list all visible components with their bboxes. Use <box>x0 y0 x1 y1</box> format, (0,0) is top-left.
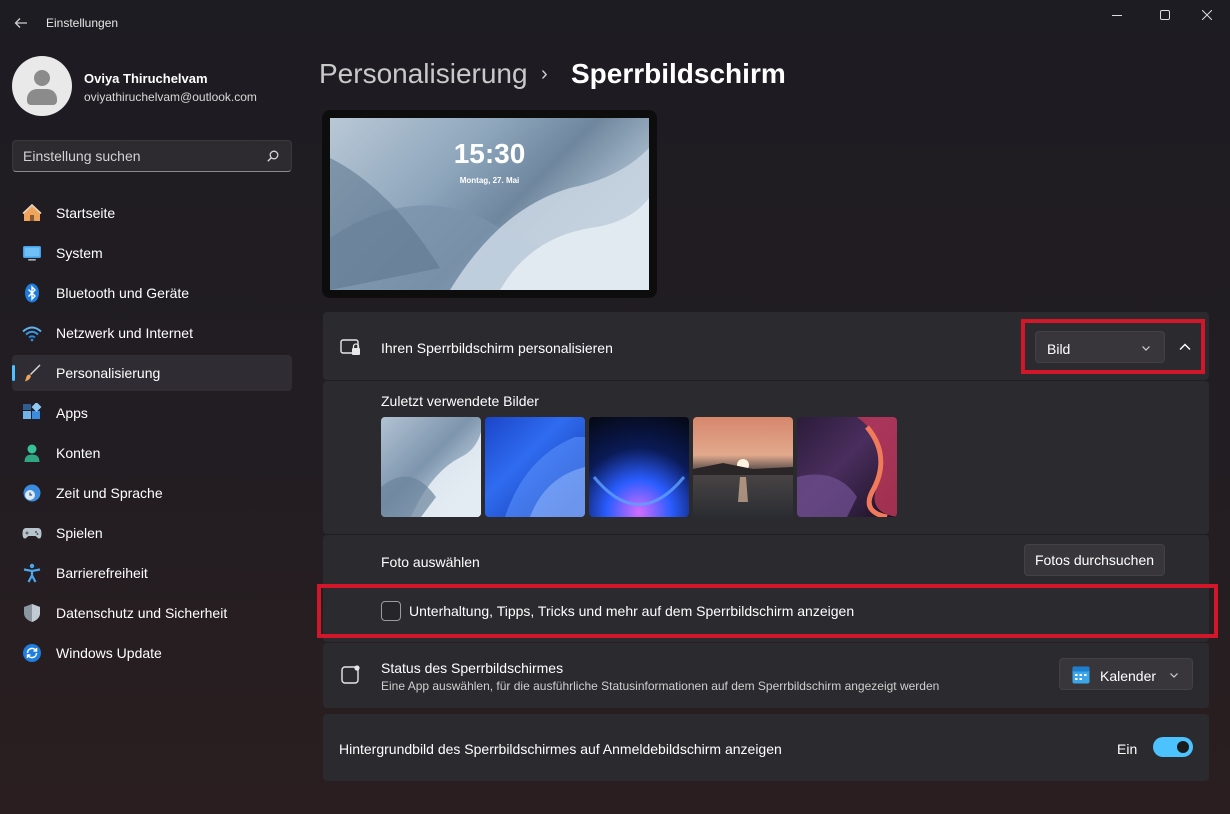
close-icon <box>1201 9 1213 21</box>
sidebar-item-label: Personalisierung <box>56 365 161 381</box>
sidebar-item-label: Apps <box>56 405 88 421</box>
choose-photo-label: Foto auswählen <box>381 554 480 570</box>
preview-date: Montag, 27. Mai <box>459 176 520 185</box>
sidebar-item-zeit[interactable]: Zeit und Sprache <box>12 475 292 511</box>
maximize-icon <box>1160 10 1170 20</box>
chevron-down-icon <box>1170 673 1178 678</box>
toggle-state-label: Ein <box>1117 741 1138 757</box>
status-widget-icon <box>341 665 360 684</box>
bluetooth-icon <box>25 283 39 303</box>
search-input[interactable] <box>23 147 263 165</box>
minimize-icon <box>1112 15 1122 16</box>
bloom-white-thumbnail <box>381 432 481 517</box>
sunset-lake-thumbnail <box>693 459 793 502</box>
sidebar-item-label: Datenschutz und Sicherheit <box>56 605 228 621</box>
home-icon <box>22 203 42 221</box>
signin-background-toggle[interactable] <box>1153 737 1193 757</box>
sidebar-item-label: Zeit und Sprache <box>56 485 163 501</box>
preview-time: 15:30 <box>453 138 526 169</box>
accessibility-icon <box>23 563 41 583</box>
gamepad-icon <box>22 528 42 539</box>
update-icon <box>23 644 41 662</box>
glow-orb-thumbnail <box>592 476 686 506</box>
sidebar-item-spielen[interactable]: Spielen <box>12 515 292 551</box>
breadcrumb-parent[interactable]: Personalisierung <box>319 58 528 90</box>
active-indicator <box>12 365 15 381</box>
minimize-button[interactable] <box>1094 6 1140 26</box>
sidebar-item-datenschutz[interactable]: Datenschutz und Sicherheit <box>12 595 292 631</box>
user-email: oviyathiruchelvam@outlook.com <box>84 90 257 104</box>
recent-image-3[interactable] <box>589 417 689 517</box>
apps-icon <box>23 403 42 419</box>
user-name: Oviya Thiruchelvam <box>84 71 208 86</box>
lock-screen-preview: 15:30 Montag, 27. Mai <box>330 118 649 290</box>
monitor-icon <box>23 246 41 261</box>
sidebar-item-label: System <box>56 245 103 261</box>
sidebar-item-windows-update[interactable]: Windows Update <box>12 635 292 671</box>
sidebar-item-bluetooth[interactable]: Bluetooth und Geräte <box>12 275 292 311</box>
recent-image-1[interactable] <box>381 417 481 517</box>
avatar-body <box>27 89 57 105</box>
toggle-knob <box>1177 741 1189 753</box>
sidebar-item-label: Spielen <box>56 525 103 541</box>
search-box[interactable] <box>12 140 292 172</box>
recent-image-5[interactable] <box>797 417 897 517</box>
close-button[interactable] <box>1184 6 1230 26</box>
page-title: Sperrbildschirm <box>571 58 786 89</box>
sidebar-item-apps[interactable]: Apps <box>12 395 292 431</box>
ribbon-swirl-thumbnail <box>797 417 897 517</box>
lock-screen-icon <box>340 339 360 355</box>
sidebar-item-label: Barrierefreiheit <box>56 565 148 581</box>
clock-globe-icon <box>23 484 41 502</box>
brush-icon <box>25 364 41 382</box>
shield-icon <box>24 604 40 622</box>
avatar-head <box>34 70 50 86</box>
sidebar-item-system[interactable]: System <box>12 235 292 271</box>
highlight-box-dropdown <box>1021 319 1205 374</box>
sidebar-item-label: Bluetooth und Geräte <box>56 285 190 301</box>
sidebar-item-barrierefreiheit[interactable]: Barrierefreiheit <box>12 555 292 591</box>
personalize-label: Ihren Sperrbildschirm personalisieren <box>381 340 613 356</box>
sidebar-item-label: Windows Update <box>56 645 162 661</box>
sidebar-item-konten[interactable]: Konten <box>12 435 292 471</box>
highlight-box-tips <box>317 584 1218 638</box>
recent-image-2[interactable] <box>485 417 585 517</box>
back-button[interactable] <box>10 12 32 34</box>
title-bar: Einstellungen <box>0 0 1230 46</box>
sidebar-item-netzwerk[interactable]: Netzwerk und Internet <box>12 315 292 351</box>
signin-background-label: Hintergrundbild des Sperrbildschirmes au… <box>339 741 782 757</box>
arrow-left-icon <box>14 18 27 28</box>
status-label: Status des Sperrbildschirmes <box>381 660 564 676</box>
app-title: Einstellungen <box>46 16 119 30</box>
status-app-value: Kalender <box>1100 668 1157 684</box>
bloom-blue-thumbnail <box>505 437 585 517</box>
status-description: Eine App auswählen, für die ausführliche… <box>381 679 940 693</box>
recent-images-label: Zuletzt verwendete Bilder <box>381 393 539 409</box>
sidebar-item-startseite[interactable]: Startseite <box>12 195 292 231</box>
browse-photos-button[interactable]: Fotos durchsuchen <box>1024 544 1165 576</box>
sidebar-item-personalisierung[interactable]: Personalisierung <box>12 355 292 391</box>
sidebar-item-label: Netzwerk und Internet <box>56 325 193 341</box>
search-icon <box>267 150 279 162</box>
status-app-dropdown[interactable]: Kalender <box>1059 658 1193 690</box>
wifi-icon <box>22 326 42 342</box>
sidebar-item-label: Konten <box>56 445 101 461</box>
maximize-button[interactable] <box>1142 6 1188 26</box>
recent-image-4[interactable] <box>693 417 793 517</box>
sidebar-item-label: Startseite <box>56 205 116 221</box>
person-icon <box>24 444 40 462</box>
calendar-icon <box>1072 666 1090 684</box>
avatar[interactable] <box>12 56 72 116</box>
breadcrumb-separator: › <box>541 63 548 85</box>
